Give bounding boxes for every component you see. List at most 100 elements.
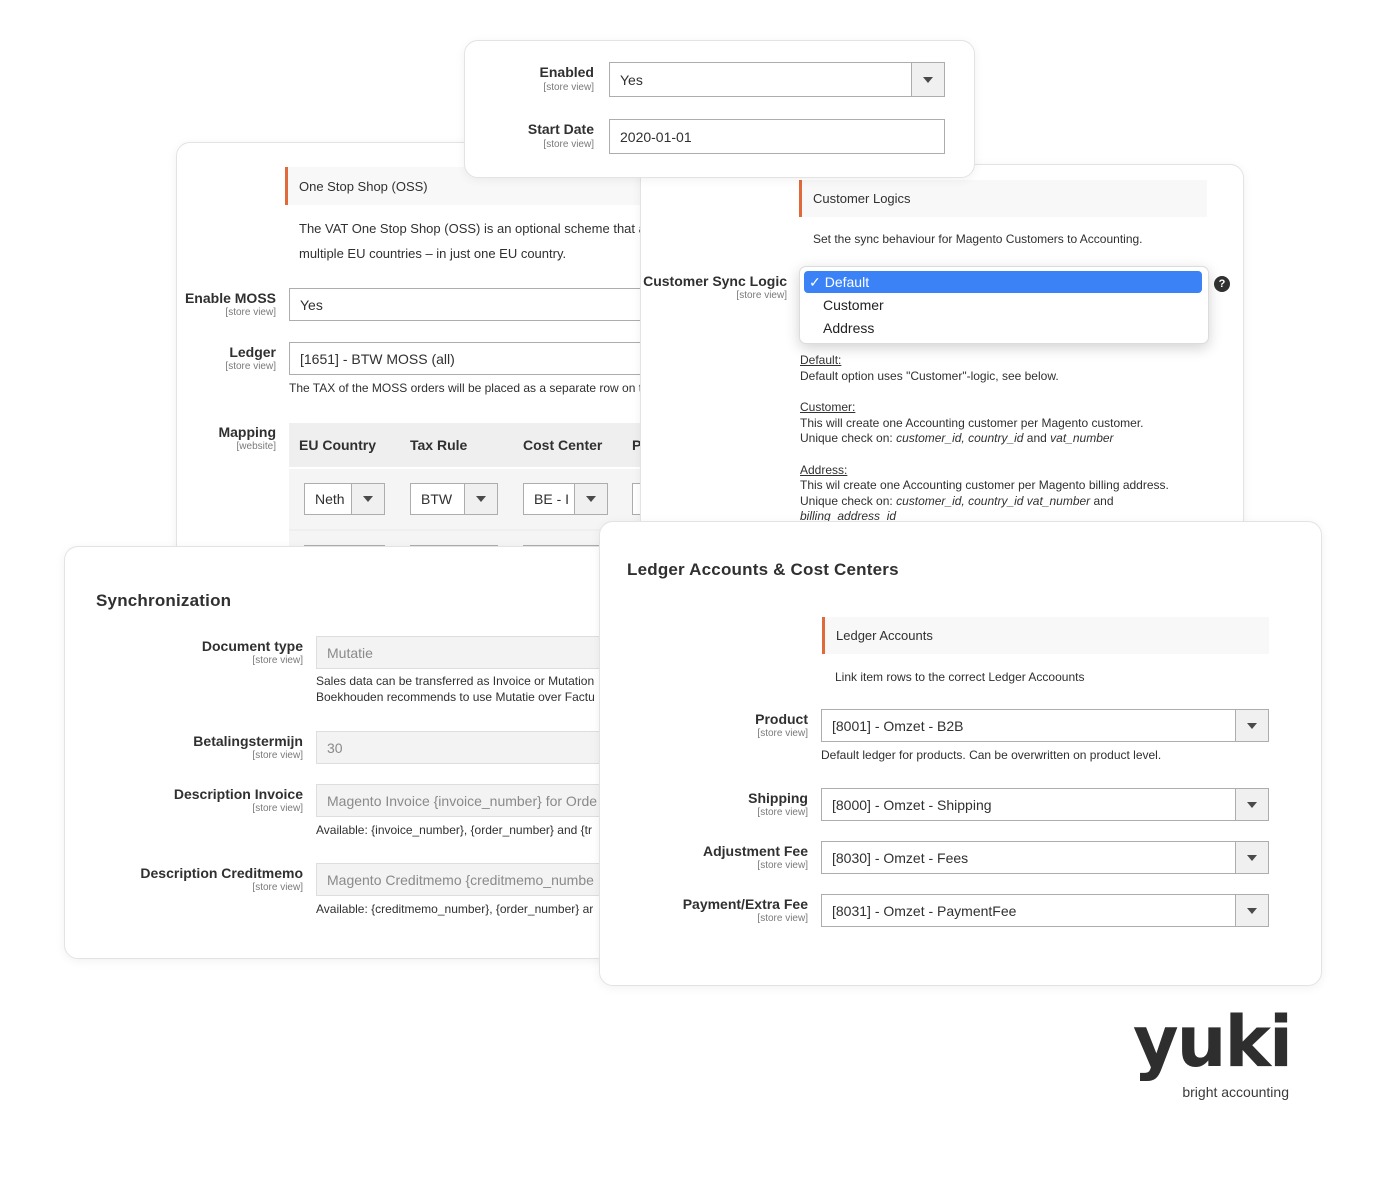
check-icon: ✓ bbox=[809, 273, 821, 290]
enabled-select[interactable]: Yes bbox=[609, 62, 945, 97]
enable-moss-label: Enable MOSS bbox=[184, 290, 276, 306]
general-settings-card: Enabled [store view] Yes Start Date [sto… bbox=[464, 40, 975, 178]
description-creditmemo-input[interactable]: Magento Creditmemo {creditmemo_numbe bbox=[316, 863, 616, 896]
ledger-select[interactable]: [1651] - BTW MOSS (all) bbox=[289, 342, 697, 375]
help-customer-text: This will create one Accounting customer… bbox=[800, 415, 1144, 430]
document-type-note-line2: Boekhouden recommends to use Mutatie ove… bbox=[316, 690, 595, 704]
enable-moss-scope: [store view] bbox=[225, 307, 276, 318]
chevron-down-icon[interactable] bbox=[1235, 789, 1268, 820]
mapping-label: Mapping bbox=[218, 424, 276, 440]
mapping-scope: [website] bbox=[236, 441, 276, 452]
betalingstermijn-value: 30 bbox=[327, 739, 343, 756]
description-invoice-label: Description Invoice bbox=[173, 786, 303, 802]
chevron-down-icon[interactable] bbox=[351, 484, 384, 514]
help-icon[interactable]: ? bbox=[1214, 276, 1230, 292]
help-default-title: Default: bbox=[800, 353, 842, 367]
ledger-section-header[interactable]: Ledger Accounts bbox=[822, 617, 1269, 654]
adjustment-fee-value: [8030] - Omzet - Fees bbox=[832, 849, 969, 866]
chevron-down-icon[interactable] bbox=[1235, 710, 1268, 741]
customer-sync-logic-dropdown[interactable]: ✓ Default Customer Address bbox=[799, 266, 1209, 344]
document-type-scope: [store view] bbox=[252, 655, 303, 666]
start-date-label: Start Date bbox=[527, 121, 594, 137]
description-creditmemo-value: Magento Creditmemo {creditmemo_numbe bbox=[327, 871, 594, 888]
payment-fee-select[interactable]: [8031] - Omzet - PaymentFee bbox=[821, 894, 1269, 927]
help-address-unique: Unique check on: customer_id, country_id… bbox=[800, 493, 1114, 508]
shipping-label: Shipping bbox=[748, 790, 808, 806]
enable-moss-select[interactable]: Yes bbox=[289, 288, 697, 321]
customer-section-title: Customer Logics bbox=[813, 191, 911, 206]
chevron-down-icon[interactable] bbox=[911, 63, 944, 96]
betalingstermijn-input[interactable]: 30 bbox=[316, 731, 616, 764]
yuki-logo: yuki bright accounting bbox=[1128, 1002, 1293, 1102]
document-type-note-line1: Sales data can be transferred as Invoice… bbox=[316, 674, 595, 688]
adjustment-fee-scope: [store view] bbox=[757, 860, 808, 871]
oss-description-line2: multiple EU countries – in just one EU c… bbox=[299, 246, 567, 261]
customer-sync-logic-label: Customer Sync Logic bbox=[643, 273, 787, 289]
betalingstermijn-label: Betalingstermijn bbox=[193, 733, 303, 749]
help-customer-title: Customer: bbox=[800, 400, 856, 414]
customer-sync-logic-scope: [store view] bbox=[736, 290, 787, 301]
shipping-select[interactable]: [8000] - Omzet - Shipping bbox=[821, 788, 1269, 821]
adjustment-fee-select[interactable]: [8030] - Omzet - Fees bbox=[821, 841, 1269, 874]
brand-name: yuki bbox=[1132, 1001, 1293, 1083]
ledger-section-title: Ledger Accounts bbox=[836, 628, 933, 643]
oss-description-line1: The VAT One Stop Shop (OSS) is an option… bbox=[299, 221, 659, 236]
table-row: Neth BTW BE - I bbox=[289, 469, 697, 529]
payment-fee-label: Payment/Extra Fee bbox=[682, 896, 808, 912]
help-customer-unique: Unique check on: customer_id, country_id… bbox=[800, 431, 1114, 445]
ledger-accounts-title: Ledger Accounts & Cost Centers bbox=[627, 560, 899, 579]
dropdown-option-customer[interactable]: Customer bbox=[823, 297, 884, 313]
synchronization-title: Synchronization bbox=[96, 591, 232, 610]
cost-center-select[interactable]: BE - I bbox=[523, 483, 608, 515]
description-creditmemo-note: Available: {creditmemo_number}, {order_n… bbox=[316, 902, 594, 916]
description-creditmemo-label: Description Creditmemo bbox=[140, 865, 303, 881]
product-note: Default ledger for products. Can be over… bbox=[821, 748, 1162, 762]
oss-section-title: One Stop Shop (OSS) bbox=[299, 178, 428, 194]
chevron-down-icon[interactable] bbox=[1235, 842, 1268, 873]
enabled-value: Yes bbox=[620, 71, 643, 88]
product-value: [8001] - Omzet - B2B bbox=[832, 717, 964, 734]
payment-fee-value: [8031] - Omzet - PaymentFee bbox=[832, 902, 1017, 919]
product-scope: [store view] bbox=[757, 728, 808, 739]
product-select[interactable]: [8001] - Omzet - B2B bbox=[821, 709, 1269, 742]
ledger-label: Ledger bbox=[229, 344, 276, 360]
sync-logic-help: Default: Default option uses "Customer"-… bbox=[800, 353, 1169, 525]
start-date-scope: [store view] bbox=[543, 139, 594, 150]
description-invoice-value: Magento Invoice {invoice_number} for Ord… bbox=[327, 792, 598, 809]
dropdown-option-default[interactable]: ✓ Default bbox=[804, 271, 1202, 293]
shipping-value: [8000] - Omzet - Shipping bbox=[832, 796, 992, 813]
help-address-text: This wil create one Accounting customer … bbox=[800, 478, 1169, 492]
description-invoice-note: Available: {invoice_number}, {order_numb… bbox=[316, 823, 592, 837]
description-invoice-scope: [store view] bbox=[252, 803, 303, 814]
description-creditmemo-scope: [store view] bbox=[252, 882, 303, 893]
ledger-note: The TAX of the MOSS orders will be place… bbox=[289, 381, 643, 395]
chevron-down-icon[interactable] bbox=[464, 484, 497, 514]
col-cost-center: Cost Center bbox=[523, 437, 603, 453]
document-type-select[interactable]: Mutatie bbox=[316, 636, 616, 669]
col-eu-country: EU Country bbox=[299, 437, 376, 453]
chevron-down-icon[interactable] bbox=[574, 484, 607, 514]
eu-country-select[interactable]: Neth bbox=[304, 483, 385, 515]
product-label: Product bbox=[755, 711, 808, 727]
customer-section-header[interactable]: Customer Logics bbox=[799, 180, 1207, 217]
ledger-scope: [store view] bbox=[225, 361, 276, 372]
shipping-scope: [store view] bbox=[757, 807, 808, 818]
oss-settings-card: One Stop Shop (OSS) The VAT One Stop Sho… bbox=[176, 142, 698, 584]
description-invoice-input[interactable]: Magento Invoice {invoice_number} for Ord… bbox=[316, 784, 616, 817]
start-date-input[interactable]: 2020-01-01 bbox=[609, 119, 945, 154]
ledger-accounts-card: Ledger Accounts & Cost Centers Ledger Ac… bbox=[599, 521, 1322, 986]
chevron-down-icon[interactable] bbox=[1235, 895, 1268, 926]
enabled-scope: [store view] bbox=[543, 82, 594, 93]
ledger-value: [1651] - BTW MOSS (all) bbox=[300, 350, 455, 367]
enabled-label: Enabled bbox=[539, 64, 594, 80]
dropdown-option-address[interactable]: Address bbox=[823, 320, 874, 336]
document-type-value: Mutatie bbox=[327, 644, 373, 661]
tax-rule-select[interactable]: BTW bbox=[410, 483, 498, 515]
synchronization-card: Synchronization Document type [store vie… bbox=[64, 546, 666, 959]
help-address-title: Address: bbox=[800, 462, 848, 477]
enable-moss-value: Yes bbox=[300, 296, 323, 313]
start-date-value: 2020-01-01 bbox=[620, 128, 692, 145]
document-type-label: Document type bbox=[201, 638, 303, 654]
ledger-section-desc: Link item rows to the correct Ledger Acc… bbox=[835, 670, 1085, 684]
col-tax-rule: Tax Rule bbox=[410, 437, 468, 453]
